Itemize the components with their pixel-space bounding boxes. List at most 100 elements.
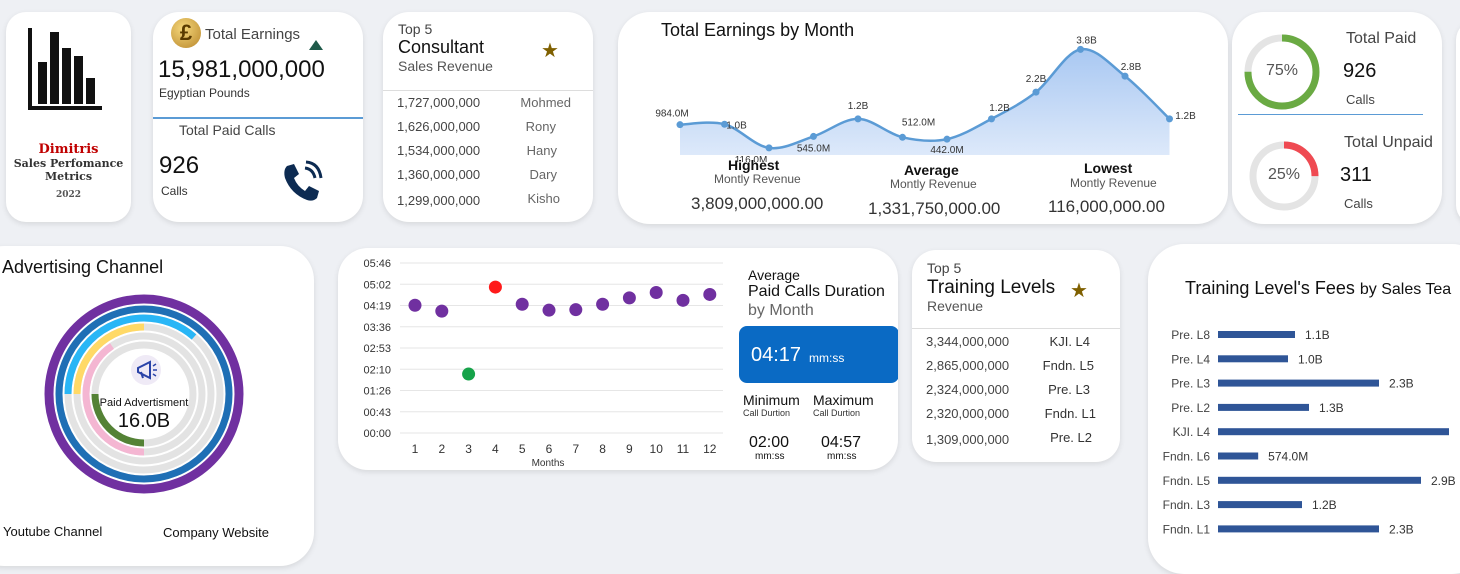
- logo-year: 2022: [55, 190, 82, 200]
- fee-category-label: Fndn. L3: [1163, 498, 1211, 512]
- total-earnings-label: Total Earnings: [205, 26, 301, 43]
- x-tick-label: 12: [703, 442, 717, 456]
- fee-category-label: Pre. L3: [1171, 377, 1210, 391]
- fee-value-label: 574.0M: [1268, 450, 1308, 464]
- duration-point: [596, 297, 610, 311]
- average-value: 1,331,750,000.00: [868, 199, 1001, 218]
- fee-value-label: 1.2B: [1312, 498, 1337, 512]
- paid-calls-value: 926: [159, 152, 200, 179]
- training-name-1: KJI. L4: [1049, 334, 1090, 349]
- logo-card: Dimitris Sales Perfomance Metrics 2022: [6, 12, 131, 222]
- duration-point: [649, 285, 663, 299]
- fee-value-label: 1.3B: [1319, 401, 1344, 415]
- x-axis-label: Months: [532, 458, 565, 469]
- y-tick-label: 02:10: [363, 364, 391, 376]
- training-top-label: Top 5: [927, 260, 962, 276]
- consultant-title: Consultant: [398, 37, 485, 57]
- paid-ad-label: Paid Advertisment: [99, 397, 189, 409]
- logo-line1: Sales Perfomance: [13, 157, 124, 170]
- month-point: [1121, 72, 1129, 80]
- month-label: 2.8B: [1121, 62, 1142, 73]
- consultant-value-5: 1,299,000,000: [397, 193, 481, 208]
- duration-card: 00:00 00:43 01:26 02:10 02:53 03:36 04:19 05:02…: [338, 248, 898, 470]
- advertising-radial-chart: [44, 294, 244, 494]
- monthly-earnings-chart: 984.0M1.0B116.0M545.0M1.2B512.0M442.0M1.…: [655, 35, 1196, 162]
- legend-company-website: Company Website: [163, 525, 269, 540]
- paid-ad-value: 16.0B: [117, 410, 171, 432]
- fee-bar: [1218, 379, 1379, 387]
- fee-value-label: 2.9B: [1431, 474, 1456, 488]
- duration-point: [515, 297, 529, 311]
- fee-category-label: Fndn. L5: [1163, 474, 1211, 488]
- month-point: [1077, 45, 1084, 53]
- unpaid-pct: 25%: [1267, 166, 1301, 183]
- max-label: Maximum: [813, 392, 874, 408]
- lowest-label: Lowest: [1084, 160, 1133, 176]
- month-point: [899, 133, 906, 141]
- consultant-name-4: Dary: [529, 167, 557, 182]
- month-point: [1032, 88, 1040, 96]
- x-tick-label: 8: [599, 442, 606, 456]
- month-point: [854, 115, 862, 123]
- duration-title-1: Average: [748, 267, 800, 283]
- month-point: [988, 115, 995, 123]
- training-value-4: 2,320,000,000: [926, 406, 1010, 421]
- logo-name: Dimitris: [38, 142, 99, 157]
- total-earnings-value: 15,981,000,000: [158, 56, 325, 83]
- calls-card: 75% Total Paid 926 Calls 25% Total Unpai…: [1232, 12, 1442, 224]
- training-title: Training Levels: [927, 277, 1056, 298]
- trend-up-icon: [309, 40, 323, 50]
- fee-value-label: 1.0B: [1298, 352, 1323, 366]
- y-tick-label: 04:19: [363, 301, 391, 313]
- y-tick-label: 05:46: [363, 258, 391, 270]
- average-sub: Montly Revenue: [890, 177, 977, 191]
- paid-calls-unit: Calls: [161, 184, 188, 198]
- month-label: 2.2B: [1026, 74, 1047, 85]
- duration-point: [703, 287, 717, 301]
- pound-coin-icon: £: [171, 18, 201, 48]
- month-label: 1.2B: [1175, 111, 1196, 122]
- consultant-card: Top 5 Consultant Sales Revenue ★ 1,727,0…: [383, 12, 593, 222]
- duration-point: [542, 303, 556, 317]
- total-paid-unit: Calls: [1346, 92, 1375, 107]
- x-tick-label: 1: [412, 442, 419, 456]
- x-tick-label: 9: [626, 442, 633, 456]
- month-label: 442.0M: [930, 145, 963, 156]
- training-subtitle: Revenue: [927, 298, 984, 314]
- duration-point: [676, 293, 690, 307]
- fee-value-label: 2.3B: [1389, 377, 1414, 391]
- x-tick-label: 7: [572, 442, 579, 456]
- monthly-earnings-card: Total Earnings by Month 984.0M 1.0B 116.0M…: [618, 12, 1228, 224]
- advertising-card: Advertising Channel Paid Advertisment 16…: [0, 246, 314, 566]
- consultant-value-1: 1,727,000,000: [397, 95, 481, 110]
- duration-point: [569, 303, 583, 317]
- avg-duration-value: 04:17: [751, 344, 802, 366]
- fee-category-label: Pre. L8: [1171, 328, 1210, 342]
- x-tick-label: 10: [650, 442, 664, 456]
- max-unit: mm:ss: [827, 451, 857, 462]
- consultant-name-2: Rony: [525, 119, 556, 134]
- fee-category-label: Pre. L2: [1171, 401, 1210, 415]
- fee-bar: [1218, 355, 1288, 363]
- bar-chart-logo-icon: [28, 28, 102, 110]
- fee-bar: [1218, 403, 1309, 411]
- average-label: Average: [904, 162, 959, 178]
- training-name-4: Fndn. L1: [1044, 406, 1096, 421]
- partial-card: [1456, 20, 1460, 225]
- duration-title-2: Paid Calls Duration: [748, 283, 885, 300]
- duration-scatter-chart: 00:00 00:43 01:26 02:10 02:53 03:36 04:19 05:02…: [363, 258, 723, 469]
- duration-point: [488, 280, 502, 294]
- divider: [153, 117, 363, 119]
- total-paid-calls-label: Total Paid Calls: [179, 122, 276, 138]
- total-paid-value: 926: [1343, 60, 1377, 82]
- y-tick-label: 00:00: [363, 428, 391, 440]
- month-label: 1.2B: [848, 101, 869, 112]
- total-unpaid-unit: Calls: [1344, 196, 1373, 211]
- duration-point: [435, 304, 449, 318]
- fee-value-label: 2.3B: [1389, 522, 1414, 536]
- logo-line2: Metrics: [44, 170, 93, 183]
- month-point: [810, 132, 817, 140]
- month-label: 545.0M: [797, 143, 830, 154]
- highest-label: Highest: [728, 157, 780, 173]
- fee-category-label: Fndn. L1: [1163, 522, 1211, 536]
